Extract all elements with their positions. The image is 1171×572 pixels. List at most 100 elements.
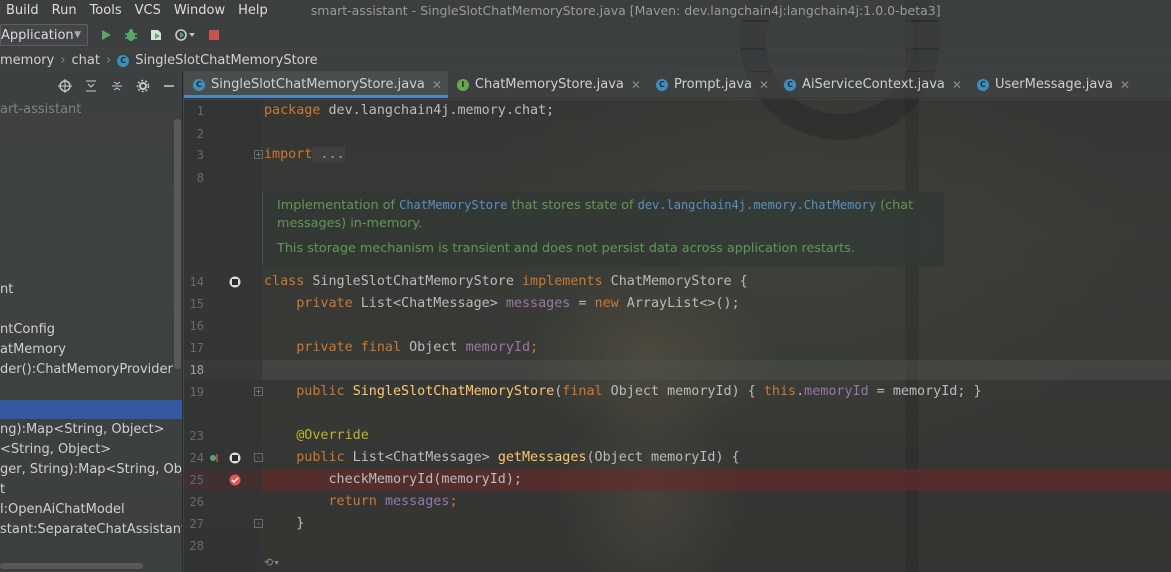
tree-item-root[interactable]: art-assistant — [0, 100, 81, 120]
hide-icon[interactable] — [158, 75, 180, 97]
line-number: 19 — [189, 385, 204, 399]
line-number: 15 — [189, 297, 204, 311]
line-number: 1 — [196, 104, 204, 118]
fold-icon[interactable]: + — [254, 387, 263, 396]
override-icon[interactable] — [208, 452, 218, 464]
tab-usermessage[interactable]: C UserMessage.java ✕ — [968, 71, 1136, 98]
breadcrumb-chat[interactable]: chat — [72, 53, 100, 68]
close-icon[interactable]: ✕ — [432, 78, 442, 92]
breadcrumb-class[interactable]: SingleSlotChatMemoryStore — [135, 53, 318, 68]
tree-item[interactable]: ntConfig — [0, 320, 55, 340]
chevron-right-icon: › — [60, 53, 66, 68]
tree-item[interactable]: der():ChatMemoryProvider — [0, 360, 173, 380]
folded-imports[interactable]: ... — [312, 147, 345, 162]
line-number: 18 — [189, 363, 204, 377]
breadcrumb-memory[interactable]: memory — [0, 53, 54, 68]
keyword: this — [763, 384, 797, 399]
line-number: 14 — [189, 275, 204, 289]
class-icon: C — [976, 78, 989, 91]
gear-icon[interactable] — [132, 75, 154, 97]
menu-bar: Build Run Tools VCS Window Help smart-as… — [0, 0, 1171, 20]
doc-link[interactable]: ChatMemoryStore — [399, 198, 507, 212]
code-line-14: class SingleSlotChatMemoryStore implemen… — [264, 274, 748, 289]
keyword: import — [264, 147, 313, 162]
tree-item[interactable]: stant:SeparateChatAssistant — [0, 520, 182, 540]
line-number: 3 — [196, 148, 204, 162]
code-editor[interactable]: 1 2 3 8 14 15 16 17 18 19 23 24 25 26 27… — [184, 100, 1171, 572]
menu-window[interactable]: Window — [168, 3, 232, 18]
code-line-27: } — [264, 516, 304, 531]
code-line-3: import ... — [264, 147, 345, 162]
code-text: checkMemoryId(memoryId); — [328, 472, 522, 487]
locate-icon[interactable] — [54, 75, 76, 97]
debug-icon[interactable] — [119, 24, 143, 46]
line-number: 26 — [189, 495, 204, 509]
tab-prompt[interactable]: C Prompt.java ✕ — [647, 71, 775, 98]
tab-singleslotchatmemorystore[interactable]: C SingleSlotChatMemoryStore.java ✕ — [184, 71, 448, 98]
class-icon: C — [655, 78, 668, 91]
keyword: implements — [521, 274, 603, 289]
breakpoint-icon[interactable] — [229, 474, 241, 486]
keyword: class — [264, 274, 305, 289]
code-text: = — [570, 296, 595, 311]
menu-build[interactable]: Build — [0, 3, 46, 18]
interface-icon: I — [456, 78, 469, 91]
close-icon[interactable]: ✕ — [952, 78, 962, 92]
coverage-icon[interactable] — [144, 24, 168, 46]
doc-text: Implementation of — [277, 198, 400, 213]
tree-item[interactable]: nt — [0, 280, 13, 300]
method-name: SingleSlotChatMemoryStore — [352, 384, 555, 399]
javadoc-block: Implementation of ChatMemoryStore that s… — [262, 191, 944, 267]
implementing-icon[interactable] — [229, 276, 241, 288]
field: memoryId — [465, 340, 531, 355]
annotation: @Override — [296, 428, 369, 443]
line-number: 8 — [196, 171, 204, 185]
tree-item[interactable]: ger, String):Map<String, Object — [0, 460, 182, 480]
code-line-25: checkMemoryId(memoryId); — [264, 472, 522, 487]
code-text: ; — [530, 340, 539, 355]
code-text: (Object memoryId) { — [586, 450, 740, 465]
profile-icon[interactable] — [169, 24, 201, 46]
tree-item[interactable]: l:OpenAiChatModel — [0, 500, 125, 520]
menu-vcs[interactable]: VCS — [129, 3, 168, 18]
fold-icon[interactable]: - — [254, 453, 263, 462]
close-icon[interactable]: ✕ — [1120, 78, 1130, 92]
project-scrollbar[interactable] — [174, 119, 181, 369]
tree-item[interactable]: atMemory — [0, 340, 66, 360]
tree-item[interactable]: ng):Map<String, Object> — [0, 420, 165, 440]
expand-all-icon[interactable] — [80, 75, 102, 97]
code-line-19: public SingleSlotChatMemoryStore(final O… — [264, 384, 981, 399]
keyword: return — [328, 494, 377, 509]
tab-chatmemorystore[interactable]: I ChatMemoryStore.java ✕ — [448, 71, 647, 98]
hint-icon[interactable]: ⟲▾ — [264, 556, 280, 569]
fold-icon[interactable]: + — [254, 150, 263, 159]
line-number: 23 — [189, 429, 204, 443]
close-icon[interactable]: ✕ — [631, 78, 641, 92]
fold-icon[interactable]: - — [254, 519, 263, 528]
tree-item[interactable]: <String, Object> — [0, 440, 111, 460]
code-line-26: return messages; — [264, 494, 458, 509]
menu-tools[interactable]: Tools — [84, 3, 129, 18]
tab-aiservicecontext[interactable]: C AiServiceContext.java ✕ — [775, 71, 968, 98]
tree-item[interactable]: t — [0, 480, 5, 500]
implementing-icon[interactable] — [229, 452, 241, 464]
toolbar: Application ▼ — [0, 22, 1171, 48]
menu-run[interactable]: Run — [46, 3, 84, 18]
code-text: List<ChatMessage> — [344, 450, 498, 465]
doc-link[interactable]: dev.langchain4j.memory.ChatMemory — [638, 198, 876, 212]
menu-help[interactable]: Help — [232, 3, 275, 18]
close-icon[interactable]: ✕ — [759, 78, 769, 92]
tab-label: SingleSlotChatMemoryStore.java — [211, 77, 425, 92]
chevron-down-icon: ▼ — [74, 30, 81, 40]
run-icon[interactable] — [94, 24, 118, 46]
stop-icon[interactable] — [202, 24, 226, 46]
class-icon: C — [784, 78, 797, 91]
line-number: 27 — [189, 517, 204, 531]
doc-paragraph: This storage mechanism is transient and … — [277, 241, 855, 256]
chevron-right-icon: › — [105, 53, 112, 68]
line-number: 24 — [189, 451, 204, 465]
run-config-select[interactable]: Application ▼ — [0, 24, 88, 46]
code-text: SingleSlotChatMemoryStore — [304, 274, 522, 289]
project-horizontal-scrollbar[interactable] — [0, 563, 143, 569]
collapse-all-icon[interactable] — [106, 75, 128, 97]
